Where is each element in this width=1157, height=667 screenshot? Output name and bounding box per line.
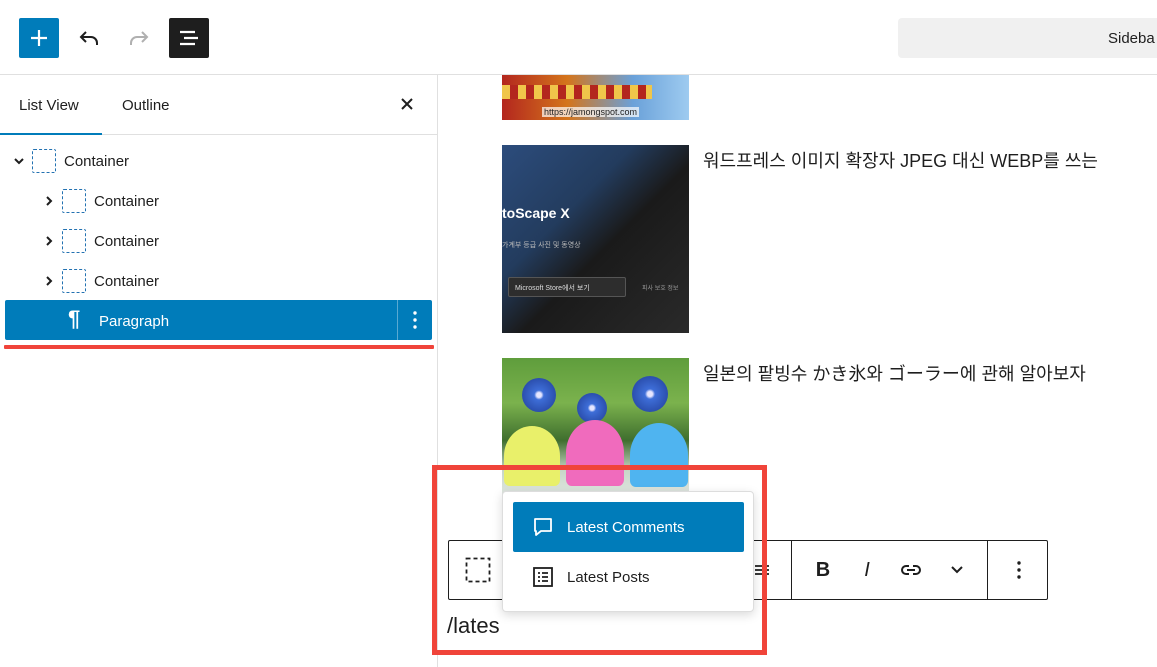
thumbnail-decor — [632, 376, 668, 412]
inserter-item-label: Latest Posts — [567, 568, 650, 586]
post-list-icon — [531, 565, 555, 589]
thumbnail-pattern — [502, 85, 652, 99]
thumbnail-decor — [630, 423, 688, 487]
post-title[interactable]: 일본의 팥빙수 かき氷와 ゴーラー에 관해 알아보자 — [703, 360, 1086, 386]
more-vertical-icon — [413, 311, 417, 329]
highlight-underline — [4, 345, 434, 349]
tab-list-view[interactable]: List View — [0, 75, 102, 135]
post-thumbnail[interactable] — [502, 358, 689, 508]
inserter-item-label: Latest Comments — [567, 518, 685, 536]
editor-canvas: https://jamongspot.com toScape X 가계부 등급 … — [439, 75, 1157, 667]
chevron-down-icon — [951, 566, 963, 574]
thumbnail-decor — [566, 420, 624, 486]
container-block-icon — [465, 557, 491, 583]
tree-item-container[interactable]: Container — [0, 221, 432, 261]
thumbnail-decor — [522, 378, 556, 412]
toolbar-divider — [791, 541, 792, 599]
paragraph-icon: ¶ — [68, 306, 81, 331]
tree-item-label: Container — [94, 192, 160, 210]
tree-item-container[interactable]: Container — [0, 141, 432, 181]
sidebar-command-bar[interactable]: Sideba — [898, 18, 1157, 58]
block-type-button[interactable] — [449, 541, 507, 599]
thumbnail-decor — [504, 426, 560, 486]
panel-tabs: List View Outline — [0, 75, 437, 135]
italic-button[interactable]: I — [849, 541, 885, 599]
tree-item-container[interactable]: Container — [0, 181, 432, 221]
thumbnail-decor — [577, 393, 607, 423]
container-block-icon — [62, 229, 86, 253]
block-options-button[interactable] — [999, 541, 1039, 599]
tree-item-container[interactable]: Container — [0, 261, 432, 301]
list-view-panel: List View Outline Container Container Co… — [0, 75, 438, 667]
tree-item-label: Container — [64, 152, 130, 170]
container-block-icon — [32, 149, 56, 173]
undo-button[interactable] — [69, 18, 109, 58]
inserter-item-latest-comments[interactable]: Latest Comments — [513, 502, 744, 552]
post-thumbnail[interactable]: https://jamongspot.com — [502, 75, 689, 120]
container-block-icon — [62, 189, 86, 213]
paragraph-input[interactable]: /lates — [447, 613, 500, 639]
thumbnail-text: toScape X — [502, 205, 570, 221]
more-rich-text-button[interactable] — [939, 541, 975, 599]
slash-inserter-popover: Latest Comments Latest Posts — [502, 491, 754, 612]
sidebar-label: Sideba — [1108, 30, 1155, 47]
link-icon — [901, 565, 921, 575]
toolbar-divider — [987, 541, 988, 599]
tree-item-label: Container — [94, 272, 160, 290]
bold-button[interactable]: B — [805, 541, 841, 599]
thumbnail-extra: 피사 보호 정보 — [642, 286, 679, 292]
chevron-down-icon[interactable] — [12, 154, 26, 168]
tree-item-paragraph[interactable]: ¶ Paragraph — [5, 300, 432, 340]
align-icon — [755, 565, 769, 575]
list-view-icon — [180, 30, 198, 46]
comment-icon — [531, 515, 555, 539]
redo-button[interactable] — [119, 18, 159, 58]
post-title[interactable]: 워드프레스 이미지 확장자 JPEG 대신 WEBP를 쓰는 — [703, 147, 1098, 173]
chevron-right-icon[interactable] — [42, 194, 56, 208]
tree-item-label: Container — [94, 232, 160, 250]
inserter-item-latest-posts[interactable]: Latest Posts — [513, 552, 744, 602]
thumbnail-caption: https://jamongspot.com — [542, 107, 640, 117]
divider — [397, 300, 398, 340]
add-block-button[interactable] — [19, 18, 59, 58]
thumbnail-subtext: 가계부 등급 사진 및 동영상 — [502, 242, 581, 249]
post-thumbnail[interactable]: toScape X 가계부 등급 사진 및 동영상 Microsoft Stor… — [502, 145, 689, 333]
close-icon — [401, 98, 413, 110]
block-options-button[interactable] — [405, 308, 425, 332]
document-overview-button[interactable] — [169, 18, 209, 58]
undo-icon — [79, 31, 98, 45]
chevron-right-icon[interactable] — [42, 234, 56, 248]
link-button[interactable] — [893, 541, 929, 599]
plus-icon — [31, 30, 47, 46]
thumbnail-store-button: Microsoft Store에서 보기 — [508, 277, 626, 297]
editor-header-toolbar: Sideba — [0, 0, 1157, 75]
tree-item-label: Paragraph — [99, 313, 170, 330]
redo-icon — [130, 31, 149, 45]
tab-outline[interactable]: Outline — [122, 75, 170, 135]
chevron-right-icon[interactable] — [42, 274, 56, 288]
more-vertical-icon — [1017, 561, 1021, 579]
container-block-icon — [62, 269, 86, 293]
close-panel-button[interactable] — [396, 93, 418, 115]
